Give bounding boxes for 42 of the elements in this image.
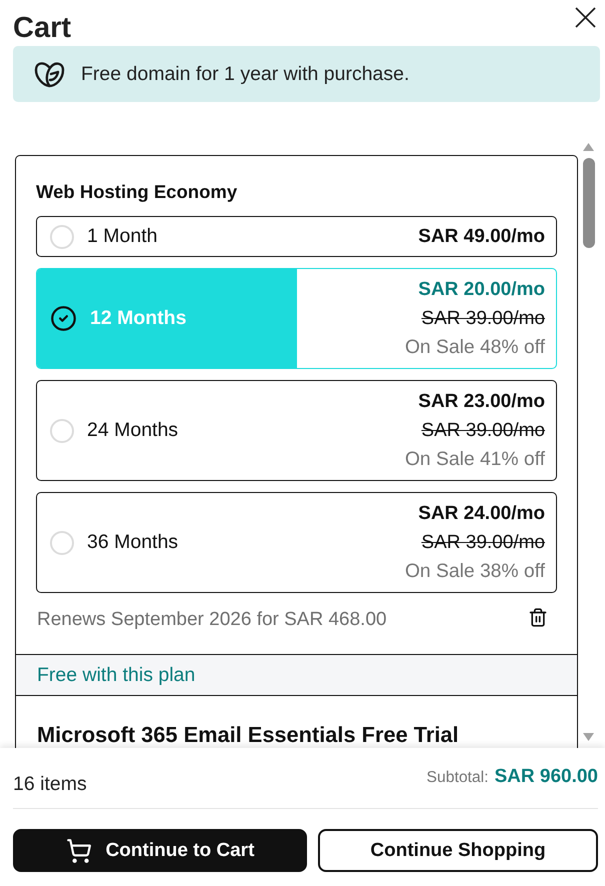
radio-circle-icon	[50, 530, 74, 554]
scrollbar-thumb[interactable]	[582, 158, 594, 248]
term-option[interactable]: 1 Month SAR 49.00/mo	[36, 216, 557, 257]
scroll-up-icon[interactable]	[583, 143, 594, 151]
term-label: 1 Month	[87, 224, 158, 249]
product-title: Web Hosting Economy	[36, 180, 238, 204]
sale-discount: On Sale 41% off	[404, 448, 545, 472]
included-heading: Free with this plan	[16, 654, 577, 696]
radio-circle-icon	[50, 418, 74, 442]
included-product-title: Microsoft 365 Email Essentials Free Trial	[36, 721, 460, 748]
original-price: SAR 39.00/mo	[421, 419, 545, 443]
renewal-text: Renews September 2026 for SAR 468.00	[37, 608, 387, 632]
promo-text: Free domain for 1 year with purchase.	[81, 62, 410, 86]
logo-icon	[34, 60, 65, 88]
sale-discount: On Sale 48% off	[404, 336, 545, 360]
sale-discount: On Sale 38% off	[404, 560, 545, 584]
original-price: SAR 39.00/mo	[421, 531, 545, 555]
continue-shopping-button[interactable]: Continue Shopping	[318, 829, 598, 872]
check-circle-icon	[50, 305, 77, 332]
delete-button[interactable]	[528, 606, 548, 628]
term-option[interactable]: 36 Months SAR 24.00/mo SAR 39.00/mo On Sale 38% off	[36, 492, 557, 593]
term-label: 12 Months	[90, 306, 186, 331]
term-option[interactable]: 24 Months SAR 23.00/mo SAR 39.00/mo On Sale 41% off	[36, 380, 557, 481]
term-label: 36 Months	[87, 530, 178, 555]
subtotal-amount: SAR 960.00	[494, 765, 598, 789]
scroll-down-icon[interactable]	[583, 733, 594, 741]
original-price: SAR 39.00/mo	[421, 307, 545, 331]
cart-icon	[66, 838, 92, 864]
close-icon	[574, 6, 596, 28]
term-price: SAR 24.00/mo	[418, 502, 545, 526]
radio-circle-icon	[50, 224, 74, 248]
cart-title: Cart	[13, 11, 72, 45]
item-count: 16 items	[13, 772, 87, 796]
term-option[interactable]: 12 Months SAR 20.00/mo SAR 39.00/mo On Sale 48% off	[36, 268, 557, 369]
close-button[interactable]	[574, 6, 596, 28]
term-price: SAR 49.00/mo	[418, 225, 545, 249]
continue-to-cart-button[interactable]: Continue to Cart	[13, 829, 307, 872]
subtotal-label: Subtotal:	[426, 768, 488, 788]
term-price: SAR 23.00/mo	[418, 390, 545, 414]
term-label: 24 Months	[87, 418, 178, 443]
trash-icon	[528, 606, 548, 628]
term-price: SAR 20.00/mo	[418, 278, 545, 302]
